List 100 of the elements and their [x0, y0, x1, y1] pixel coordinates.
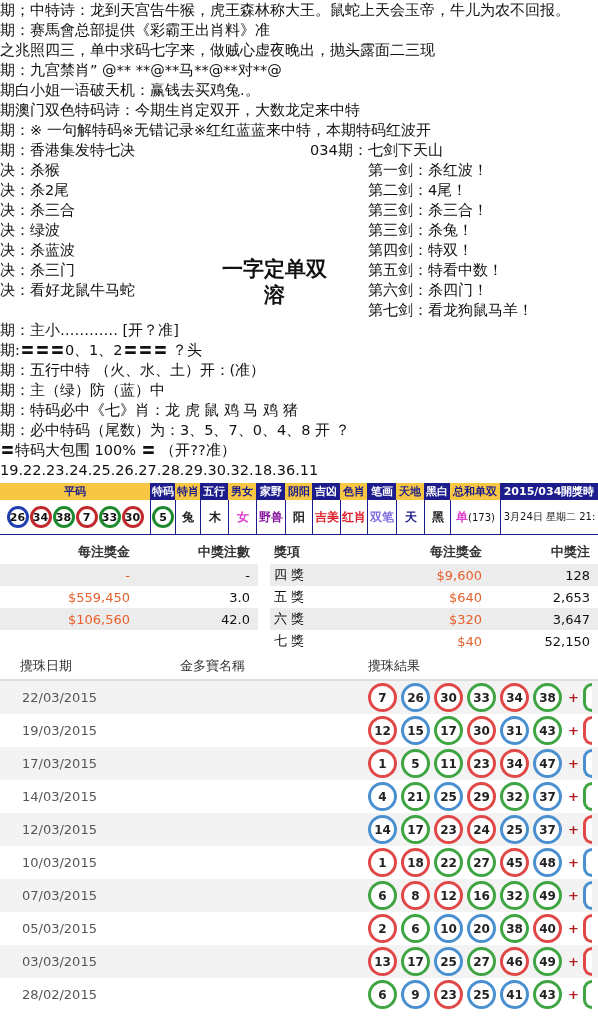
- table-cell: 野兽: [259, 508, 283, 526]
- lottery-ball: 31: [500, 716, 529, 745]
- lottery-ball: 8: [401, 881, 430, 910]
- lottery-ball: 12: [434, 881, 463, 910]
- plus-sign: +: [568, 789, 579, 804]
- lottery-ball: 14: [368, 815, 397, 844]
- lottery-ball: 30: [121, 506, 144, 528]
- table-cell: 七 獎: [274, 632, 305, 650]
- draw-date: 22/03/2015: [21, 690, 98, 705]
- table-cell: $559,450: [67, 589, 130, 605]
- lottery-ball: 4: [368, 782, 397, 811]
- column-header: 阴阳: [285, 483, 312, 500]
- column-header: 特肖: [175, 483, 200, 500]
- table-cell: 木: [208, 508, 221, 526]
- verse-line: 决：杀猴: [0, 161, 61, 180]
- column-header: 攪珠日期: [19, 656, 73, 675]
- plus-sign: +: [568, 888, 579, 903]
- lottery-ball: 9: [401, 980, 430, 1009]
- verse-line: 决：杀三合: [0, 201, 76, 220]
- lottery-ball: 33: [467, 683, 496, 712]
- table-cell: 3.0: [229, 589, 250, 605]
- tip-line: 期：主小………… [开？准]: [0, 321, 180, 340]
- table-cell: 兔: [182, 508, 194, 526]
- table-cell: $106,560: [67, 611, 130, 627]
- table-cell: $640: [448, 589, 482, 605]
- table-cell: -: [245, 567, 250, 583]
- table-cell: $9,600: [436, 567, 482, 583]
- table-cell: 阳: [293, 508, 305, 526]
- verse-line: 第五剑：特看中数！: [368, 261, 504, 280]
- lottery-ball: 33: [98, 506, 121, 528]
- poem-line: 期；中特诗：龙到天宫告牛猴，虎王森林称大王。鼠蛇上天会玉帝，牛儿为农不回报。: [0, 1, 571, 20]
- lottery-ball: 13: [368, 947, 397, 976]
- lottery-ball: 46: [500, 947, 529, 976]
- lottery-ball: 5: [152, 506, 174, 528]
- tip-line: 〓特码大包围 100% 〓 （开??准）: [0, 441, 237, 460]
- column-header: 五行: [200, 483, 228, 500]
- verse-line: 第三剑：杀三合！: [368, 201, 489, 220]
- lottery-ball: 27: [467, 848, 496, 877]
- draw-date: 17/03/2015: [21, 756, 98, 771]
- lottery-ball: 6: [401, 914, 430, 943]
- table-cell: 42.0: [221, 611, 250, 627]
- lottery-ball: 25: [467, 980, 496, 1009]
- draw-date: 28/02/2015: [21, 987, 98, 1002]
- banner-title: 溶: [263, 282, 285, 308]
- banner-title: 一字定单双: [221, 256, 327, 282]
- lottery-ball: 47: [533, 749, 562, 778]
- column-header: 平码: [0, 483, 150, 500]
- lottery-ball: 38: [500, 914, 529, 943]
- column-header: 金多寶名稱: [179, 656, 246, 675]
- lottery-ball: 48: [533, 848, 562, 877]
- table-cell: $40: [457, 633, 482, 649]
- plus-sign: +: [568, 690, 579, 705]
- table-cell: $320: [448, 611, 482, 627]
- plus-sign: +: [568, 855, 579, 870]
- lottery-ball: 49: [533, 881, 562, 910]
- lottery-ball: 45: [500, 848, 529, 877]
- poem-line: 期白小姐一语破天机：赢钱去买鸡兔.。: [0, 81, 261, 100]
- tip-line: 期：主（绿）防（蓝）中: [0, 381, 166, 400]
- draw-date: 07/03/2015: [21, 888, 98, 903]
- lottery-ball: 20: [467, 914, 496, 943]
- verse-line: 第六剑：杀四门！: [368, 281, 489, 300]
- table-cell: 黑: [431, 508, 444, 526]
- plus-sign: +: [568, 822, 579, 837]
- lottery-ball: 30: [467, 716, 496, 745]
- lottery-ball: 26: [6, 506, 29, 528]
- verse-line: 决：看好龙鼠牛马蛇: [0, 281, 136, 300]
- table-cell: 女: [236, 508, 249, 526]
- plus-sign: +: [568, 921, 579, 936]
- lottery-ball: 34: [500, 749, 529, 778]
- lottery-ball: 30: [434, 683, 463, 712]
- poem-line: 期澳门双色特码诗：今期生肖定双开，大数龙定来中特: [0, 101, 361, 120]
- lottery-ball: 6: [368, 881, 397, 910]
- poem-line: 期：赛馬會总部提供《彩霸王出肖料》准: [0, 21, 271, 40]
- column-header: 攪珠結果: [368, 656, 421, 675]
- table-cell: 128: [565, 567, 590, 583]
- plus-sign: +: [568, 756, 579, 771]
- tip-line: 期：必中特码（尾数）为：3、5、7、0、4、8 开 ？: [0, 421, 351, 440]
- lottery-ball: 15: [401, 716, 430, 745]
- lottery-ball: 6: [368, 980, 397, 1009]
- verse-line: 决：杀蓝波: [0, 241, 76, 260]
- draw-date: 10/03/2015: [21, 855, 98, 870]
- poem-line: 期：九宫禁肖” @** **@**马**@**对**@: [0, 61, 283, 80]
- column-header: 笔画: [367, 483, 396, 500]
- plus-sign: +: [568, 954, 579, 969]
- table-cell: 双笔: [370, 508, 394, 526]
- lottery-ball: 41: [500, 980, 529, 1009]
- column-header: 黑白: [424, 483, 450, 500]
- table-cell: 单(173): [456, 508, 495, 526]
- lottery-ball: 49: [533, 947, 562, 976]
- table-cell: -: [125, 567, 130, 583]
- lottery-ball: 24: [467, 815, 496, 844]
- lottery-ball: 22: [434, 848, 463, 877]
- table-cell: 天: [404, 508, 417, 526]
- poem-line: 034期：七剑下天山: [310, 141, 444, 160]
- table-cell: 3月24日 星期二 21:: [503, 510, 596, 524]
- table-cell: 六 獎: [274, 610, 305, 628]
- verse-line: 决：杀三门: [0, 261, 76, 280]
- poem-line: 期：※ 一句解特码※无错记录※红红蓝蓝来中特，本期特码红波开: [0, 121, 433, 140]
- lottery-ball: 32: [500, 782, 529, 811]
- column-header: 每注獎金: [430, 543, 482, 561]
